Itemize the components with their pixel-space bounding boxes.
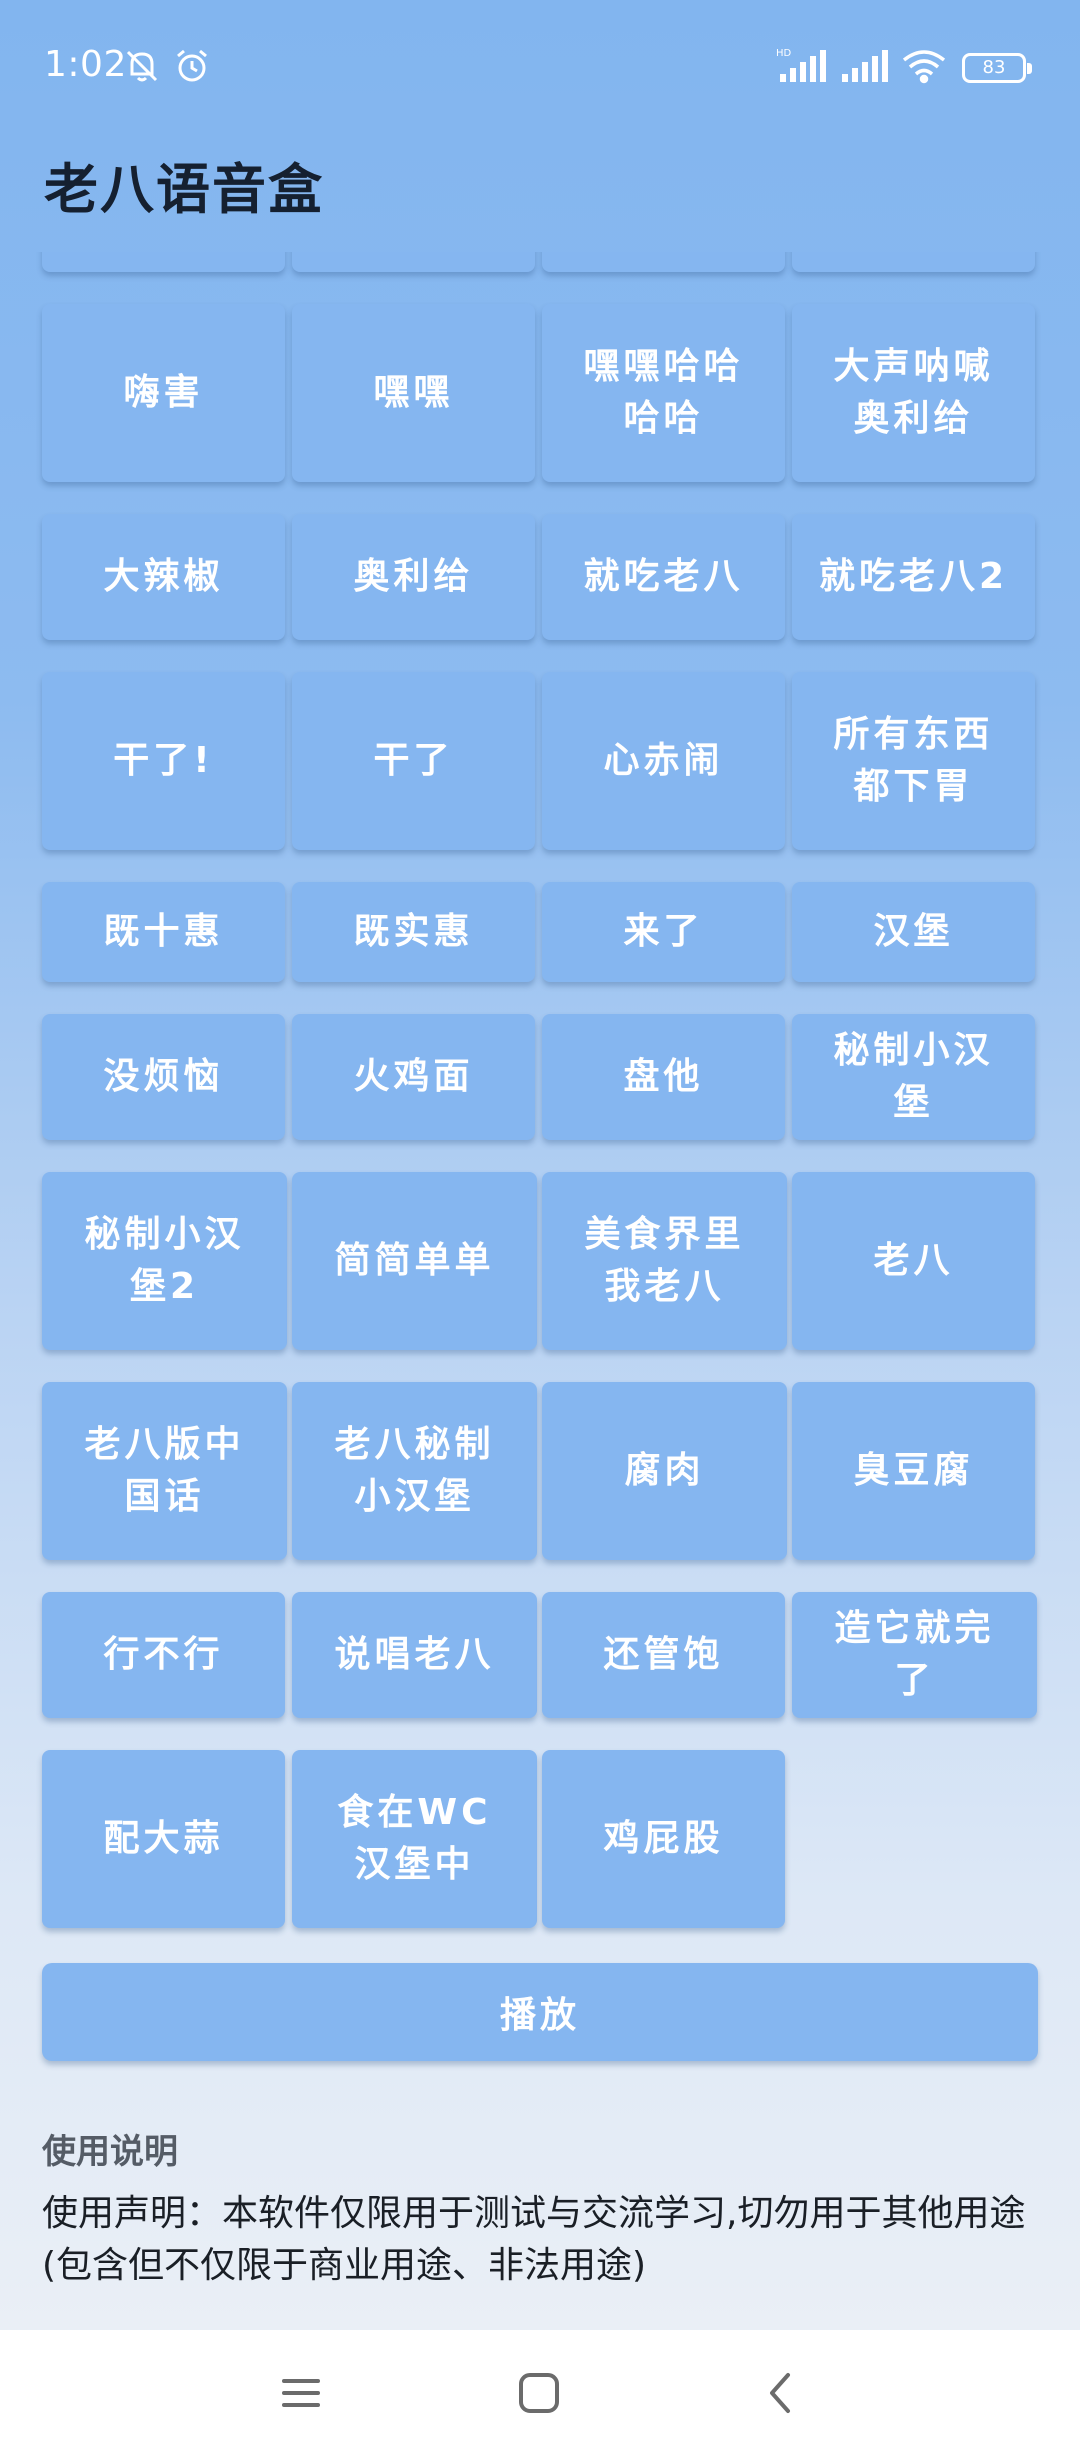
sound-button[interactable]: 腐肉	[542, 1382, 787, 1560]
status-bar: 1:02 HD 83	[0, 0, 1080, 130]
hd-signal-icon: HD	[776, 46, 828, 88]
sound-button[interactable]: 还管饱	[542, 1592, 785, 1718]
sound-button[interactable]: 大辣椒	[42, 514, 285, 640]
menu-icon[interactable]	[278, 2370, 324, 2420]
sound-button[interactable]: 说唱老八	[292, 1592, 537, 1718]
sound-button[interactable]: 秘制小汉堡	[792, 1014, 1035, 1140]
sound-button-partial[interactable]	[792, 252, 1035, 272]
system-nav-bar	[0, 2330, 1080, 2460]
sound-button[interactable]: 老八	[792, 1172, 1035, 1350]
sound-button[interactable]: 盘他	[542, 1014, 785, 1140]
sound-button[interactable]: 嘿嘿哈哈哈哈	[542, 304, 785, 482]
sound-button[interactable]: 食在WC汉堡中	[292, 1750, 537, 1928]
sound-button[interactable]: 秘制小汉堡2	[42, 1172, 287, 1350]
sound-button[interactable]: 汉堡	[792, 882, 1035, 982]
sound-button[interactable]: 老八版中国话	[42, 1382, 287, 1560]
back-icon[interactable]	[758, 2370, 804, 2420]
status-time: 1:02	[44, 44, 127, 85]
sound-button[interactable]: 所有东西都下胃	[792, 672, 1035, 850]
sound-button[interactable]: 奥利给	[292, 514, 535, 640]
sound-button[interactable]: 大声呐喊奥利给	[792, 304, 1035, 482]
play-button[interactable]: 播放	[42, 1963, 1038, 2061]
sound-button[interactable]: 老八秘制小汉堡	[292, 1382, 537, 1560]
sound-button[interactable]: 鸡屁股	[542, 1750, 785, 1928]
sound-button-partial[interactable]	[542, 252, 785, 272]
signal-icon	[838, 46, 890, 88]
instructions-text: 使用声明：本软件仅限用于测试与交流学习,切勿用于其他用途(包含但不仅限于商业用途…	[42, 2193, 1026, 2286]
sound-button[interactable]: 既十惠	[42, 882, 285, 982]
sound-button[interactable]: 没烦恼	[42, 1014, 285, 1140]
alarm-icon	[172, 46, 212, 90]
sound-button-partial[interactable]	[292, 252, 535, 272]
home-icon[interactable]	[516, 2370, 562, 2420]
sound-button[interactable]: 嗨害	[42, 304, 285, 482]
sound-button[interactable]: 心赤闹	[542, 672, 785, 850]
sound-button[interactable]: 嘿嘿	[292, 304, 535, 482]
battery-icon: 83	[962, 53, 1032, 83]
sound-button[interactable]: 配大蒜	[42, 1750, 285, 1928]
wifi-icon	[900, 46, 948, 88]
sound-button[interactable]: 既实惠	[292, 882, 535, 982]
sound-button[interactable]: 干了	[292, 672, 535, 850]
sound-button[interactable]: 简简单单	[292, 1172, 537, 1350]
sound-grid: 嗨害 嘿嘿 嘿嘿哈哈哈哈 大声呐喊奥利给 大辣椒 奥利给 就吃老八 就吃老八2 …	[0, 252, 1080, 1952]
sound-button[interactable]: 来了	[542, 882, 785, 982]
instructions-heading: 使用说明	[42, 2132, 178, 2172]
sound-button[interactable]: 火鸡面	[292, 1014, 535, 1140]
sound-button-partial[interactable]	[42, 252, 285, 272]
app-title: 老八语音盒	[44, 158, 324, 221]
sound-button[interactable]: 就吃老八2	[792, 514, 1035, 640]
sound-button[interactable]: 臭豆腐	[792, 1382, 1035, 1560]
sound-button[interactable]: 造它就完了	[792, 1592, 1037, 1718]
bell-off-icon	[122, 46, 162, 90]
sound-button[interactable]: 就吃老八	[542, 514, 785, 640]
sound-button[interactable]: 干了!	[42, 672, 285, 850]
sound-button[interactable]: 美食界里我老八	[542, 1172, 787, 1350]
sound-button[interactable]: 行不行	[42, 1592, 285, 1718]
svg-text:HD: HD	[776, 48, 792, 59]
